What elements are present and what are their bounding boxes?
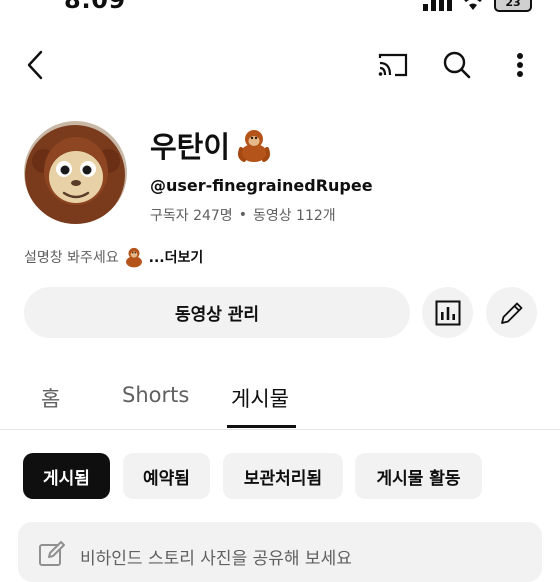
- more-link[interactable]: ...더보기: [149, 247, 204, 267]
- manage-videos-button[interactable]: 동영상 관리: [24, 287, 410, 338]
- tab-shorts[interactable]: Shorts: [122, 383, 189, 407]
- orangutan-icon: [238, 130, 271, 162]
- edit-note-icon: [39, 541, 65, 566]
- composer-placeholder: 비하인드 스토리 사진을 공유해 보세요: [80, 549, 352, 569]
- video-count: 동영상 112개: [252, 208, 336, 224]
- more-vert-icon: [517, 53, 523, 77]
- search-icon: [443, 51, 471, 79]
- tab-divider: [0, 429, 560, 430]
- battery-icon: 23: [494, 0, 532, 12]
- battery-level: 23: [505, 0, 521, 9]
- channel-name-text: 우탄이: [150, 130, 231, 164]
- orangutan-icon: [125, 247, 142, 268]
- wifi-icon: [464, 0, 482, 10]
- tab-posts[interactable]: 게시물: [231, 383, 289, 413]
- tab-home[interactable]: 홈: [41, 383, 60, 413]
- subscriber-count: 구독자 247명: [150, 208, 233, 224]
- analytics-icon: [435, 300, 460, 325]
- chip-archived[interactable]: 보관처리됨: [223, 453, 343, 499]
- channel-avatar[interactable]: [24, 121, 127, 224]
- stats-separator: •: [238, 207, 247, 223]
- channel-stats: 구독자 247명 • 동영상 112개: [150, 205, 336, 225]
- chip-published[interactable]: 게시됨: [23, 453, 110, 499]
- channel-name: 우탄이: [150, 124, 272, 166]
- edit-channel-button[interactable]: [486, 287, 537, 338]
- signal-icon: [423, 0, 452, 11]
- chevron-left-icon: [27, 50, 43, 80]
- status-icons: 23: [422, 0, 532, 12]
- orangutan-plush-icon: [24, 121, 127, 224]
- more-options-button[interactable]: [506, 46, 534, 84]
- analytics-button[interactable]: [422, 287, 473, 338]
- cast-button[interactable]: [374, 47, 412, 83]
- status-time: 8:09: [64, 0, 126, 14]
- pencil-icon: [500, 302, 522, 324]
- description-text: 설명창 봐주세요: [24, 250, 119, 266]
- back-button[interactable]: [18, 46, 52, 84]
- cast-icon: [378, 53, 408, 77]
- chip-scheduled[interactable]: 예약됨: [123, 453, 210, 499]
- channel-handle: @user-finegrainedRupee: [150, 176, 373, 195]
- chip-post-activity[interactable]: 게시물 활동: [355, 453, 482, 499]
- active-tab-indicator: [227, 425, 296, 428]
- channel-description[interactable]: 설명창 봐주세요 ...더보기: [24, 246, 203, 268]
- search-button[interactable]: [438, 46, 476, 84]
